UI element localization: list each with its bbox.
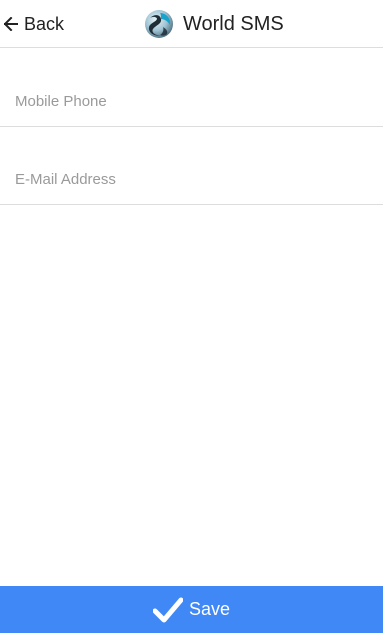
email-input[interactable] bbox=[15, 167, 365, 191]
page-title: World SMS bbox=[183, 12, 284, 35]
mobile-phone-input[interactable] bbox=[15, 89, 365, 113]
back-button[interactable]: Back bbox=[4, 12, 64, 36]
mobile-phone-field bbox=[0, 49, 383, 127]
arrow-left-icon bbox=[4, 17, 18, 31]
email-field bbox=[0, 127, 383, 205]
app-logo-icon bbox=[145, 10, 173, 38]
save-label: Save bbox=[188, 599, 231, 619]
settings-page: Back World SMS Mobile Phone E-Mail Addre… bbox=[0, 0, 383, 633]
back-label: Back bbox=[24, 13, 65, 34]
save-button[interactable]: Save bbox=[0, 586, 383, 633]
title-group: World SMS bbox=[144, 8, 284, 40]
header-bar: Back World SMS bbox=[0, 0, 383, 48]
checkmark-icon bbox=[152, 597, 183, 622]
